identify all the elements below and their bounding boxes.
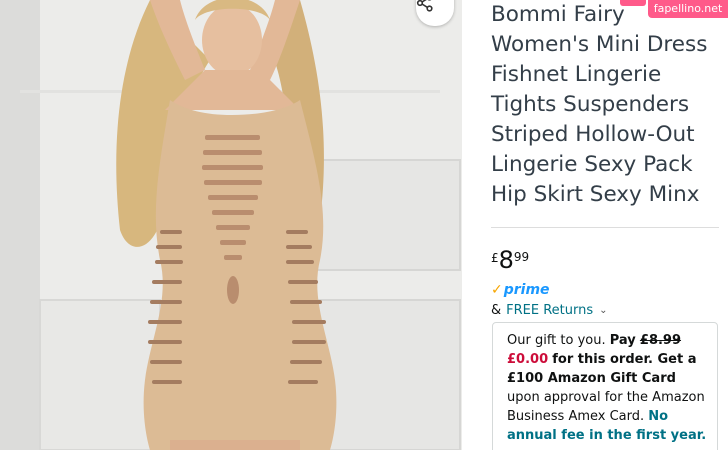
product-title-line: Women's Mini Dress: [491, 32, 708, 57]
returns-prefix: &: [491, 303, 502, 318]
product-photo: [0, 0, 462, 450]
price: £ 8 99: [491, 246, 529, 276]
prime-label: prime: [503, 282, 550, 298]
product-details: Bommi Fairy Women's Mini Dress Fishnet L…: [462, 0, 728, 450]
offer-pay: Pay: [609, 333, 636, 348]
gift-card-offer[interactable]: Our gift to you. Pay £8.99 £0.00 for thi…: [492, 322, 718, 450]
price-fraction: 99: [513, 250, 530, 264]
offer-approval: upon approval for the Amazon Business Am…: [507, 390, 705, 424]
product-title-line: Fishnet Lingerie: [491, 62, 662, 87]
prime-check-icon: ✓: [491, 282, 503, 298]
section-divider: [491, 227, 719, 228]
prime-badge[interactable]: ✓ prime: [491, 281, 550, 299]
offer-new-price: £0.00: [507, 352, 549, 367]
product-image-panel[interactable]: [0, 0, 462, 450]
offer-old-price: £8.99: [639, 333, 682, 348]
offer-intro: Our gift to you.: [507, 333, 610, 348]
product-title-line: Lingerie Sexy Pack: [491, 152, 693, 177]
price-symbol: £: [491, 251, 499, 265]
product-title-line: Tights Suspenders: [491, 92, 690, 117]
chevron-down-icon[interactable]: ⌄: [599, 305, 607, 316]
product-title-line: Striped Hollow-Out: [491, 122, 695, 147]
share-icon: [416, 0, 433, 12]
watermark-tab: [620, 0, 646, 6]
product-title-line: Hip Skirt Sexy Minx: [491, 182, 700, 207]
free-returns-link[interactable]: FREE Returns: [506, 303, 593, 318]
watermark: fapellino.net: [648, 0, 728, 18]
price-whole: 8: [498, 246, 514, 274]
product-title[interactable]: Bommi Fairy Women's Mini Dress Fishnet L…: [491, 0, 723, 210]
free-returns[interactable]: & FREE Returns ⌄: [491, 303, 608, 318]
